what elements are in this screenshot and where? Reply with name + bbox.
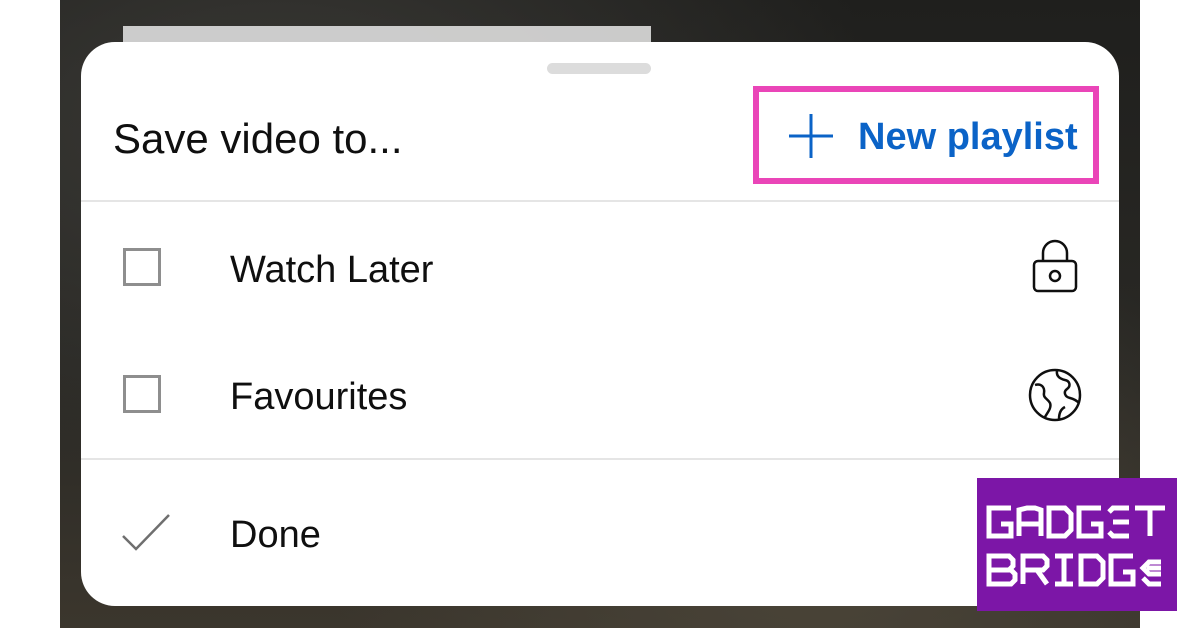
playlist-item-favourites[interactable]: Favourites (81, 332, 1119, 458)
check-icon (122, 514, 170, 551)
plus-icon (789, 114, 833, 158)
playlist-item-watch-later[interactable]: Watch Later (81, 205, 1119, 331)
new-playlist-highlight: New playlist (753, 86, 1099, 184)
playlist-label: Favourites (230, 376, 408, 418)
sheet-title: Save video to... (113, 115, 403, 162)
watch-later-checkbox[interactable] (123, 248, 161, 286)
drag-handle[interactable] (547, 63, 651, 74)
save-to-playlist-sheet: Save video to... New playlist Watch Late… (81, 42, 1119, 606)
gadget-bridge-logo (977, 478, 1177, 611)
globe-icon (1028, 368, 1082, 422)
new-playlist-button[interactable]: New playlist (759, 92, 1093, 178)
playlist-label: Watch Later (230, 249, 434, 291)
background-video-strip (123, 26, 651, 42)
done-button[interactable]: Done (81, 460, 1119, 606)
done-label: Done (230, 514, 321, 556)
header-divider (81, 200, 1119, 202)
lock-icon (1032, 239, 1078, 293)
favourites-checkbox[interactable] (123, 375, 161, 413)
new-playlist-label: New playlist (858, 116, 1078, 158)
gadget-bridge-logo-mark (986, 505, 1165, 587)
